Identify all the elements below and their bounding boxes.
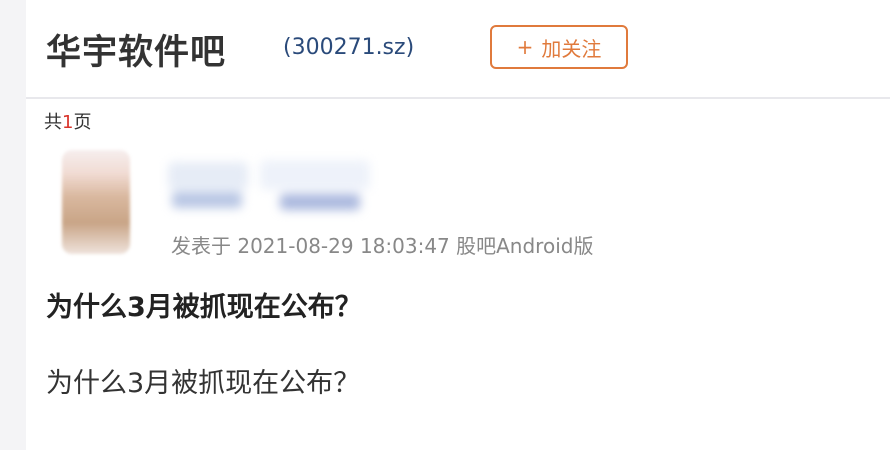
author-name-blurred[interactable]: [160, 158, 376, 218]
post-title: 为什么3月被抓现在公布？: [46, 292, 362, 323]
post-page-panel: 华宇软件吧 (300271.sz) + 加关注 共1页 发表于 2021-08-…: [26, 0, 890, 450]
plus-icon: +: [516, 35, 534, 59]
post-meta: 发表于 2021-08-29 18:03:47 股吧Android版: [171, 234, 594, 258]
bar-header: 华宇软件吧 (300271.sz) + 加关注: [26, 0, 890, 98]
page-count-prefix: 共: [44, 112, 62, 133]
bar-name-title[interactable]: 华宇软件吧: [46, 24, 226, 75]
page-count: 共1页: [44, 108, 91, 134]
follow-button-label: 加关注: [541, 36, 602, 61]
total-pages: 1: [62, 112, 74, 133]
stock-code[interactable]: (300271.sz): [283, 35, 414, 60]
post-body: 为什么3月被抓现在公布？: [46, 368, 361, 399]
header-divider: [26, 97, 890, 99]
avatar[interactable]: [62, 150, 130, 254]
page-count-suffix: 页: [73, 112, 92, 133]
follow-button[interactable]: + 加关注: [490, 25, 628, 69]
